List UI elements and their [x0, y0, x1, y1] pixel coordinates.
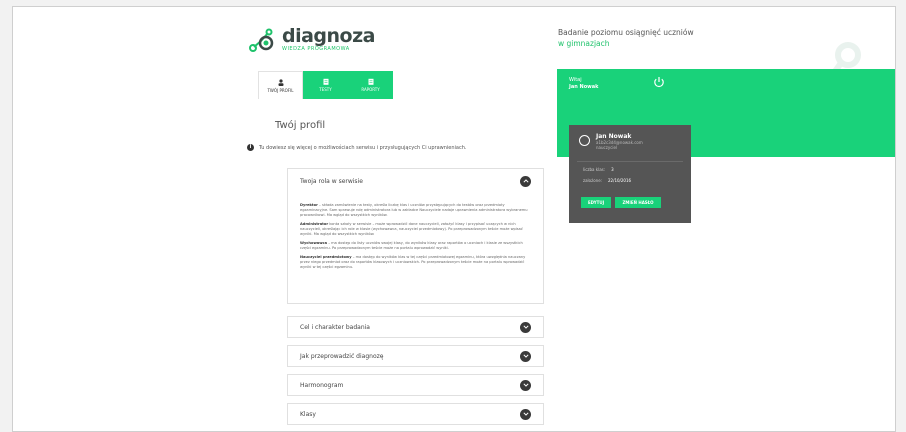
- greeting-text: Witaj: [569, 77, 582, 83]
- card-row-created: zalożone: 22/10/2016: [583, 178, 632, 183]
- role-paragraph: Nauczyciel przedmiotowy – ma dostęp do w…: [300, 255, 526, 269]
- accordion-title: Jak przeprowadzić diagnozę: [300, 352, 384, 360]
- card-role: nauczyciel: [596, 145, 618, 150]
- tab-tests[interactable]: TESTY: [303, 71, 348, 99]
- accordion-title: Cel i charakter badania: [300, 323, 370, 331]
- accordion-role-title: Twoja rola w serwisie: [300, 177, 363, 185]
- role-paragraph: Administrator konta szkoły w serwisie – …: [300, 222, 523, 236]
- tab-tests-label: TESTY: [319, 87, 332, 92]
- role-paragraph: Wychowawca – ma dostęp do listy uczniów …: [300, 241, 523, 250]
- clipboard-icon: [323, 78, 328, 85]
- chevron-down-icon[interactable]: [520, 321, 531, 333]
- main-tabs: TWÓJ PROFIL TESTY RAPORTY: [258, 71, 393, 99]
- tab-profile[interactable]: TWÓJ PROFIL: [258, 71, 303, 99]
- tagline-line1: Badanie poziomu osiągnięć uczniów: [558, 28, 694, 37]
- tab-reports[interactable]: RAPORTY: [348, 71, 393, 99]
- edit-button[interactable]: EDYTUJ: [581, 197, 611, 208]
- card-divider: [577, 161, 683, 162]
- header-tagline: Badanie poziomu osiągnięć uczniów w gimn…: [558, 27, 694, 49]
- accordion-role-body: Dyrektor – składa zamówienie na testy, o…: [288, 193, 543, 270]
- logo[interactable]: diagnoza WIEDZA PROGRAMOWA: [248, 25, 376, 52]
- brand-name: diagnoza: [282, 25, 376, 47]
- accordion-howto[interactable]: Jak przeprowadzić diagnozę: [287, 345, 544, 367]
- accordion-title: Klasy: [300, 410, 316, 418]
- accordion-role: Twoja rola w serwisie Dyrektor – składa …: [287, 168, 544, 304]
- accordion-purpose[interactable]: Cel i charakter badania: [287, 316, 544, 338]
- card-row-classes: liczba klas: 3: [583, 167, 614, 172]
- info-row: i Tu dowiesz się więcej o możliwościach …: [247, 144, 466, 151]
- report-icon: [368, 78, 373, 85]
- chevron-down-icon[interactable]: [520, 379, 531, 391]
- topbar-username: Jan Nowak: [569, 84, 599, 90]
- chevron-up-icon[interactable]: [520, 175, 531, 187]
- info-icon: i: [247, 144, 254, 151]
- app-frame: diagnoza WIEDZA PROGRAMOWA Badanie pozio…: [12, 6, 896, 432]
- molecule-logo-icon: [249, 28, 274, 52]
- card-username: Jan Nowak: [596, 133, 632, 140]
- change-password-button[interactable]: ZMIEŃ HASŁO: [615, 197, 661, 208]
- tagline-line2: w gimnazjach: [558, 39, 610, 48]
- tab-reports-label: RAPORTY: [361, 87, 380, 92]
- chevron-down-icon[interactable]: [520, 408, 531, 420]
- chevron-down-icon[interactable]: [520, 350, 531, 362]
- accordion-role-header[interactable]: Twoja rola w serwisie: [288, 169, 543, 193]
- user-icon: [278, 79, 283, 86]
- role-paragraph: Dyrektor – składa zamówienie na testy, o…: [300, 203, 528, 217]
- accordion-classes[interactable]: Klasy: [287, 403, 544, 425]
- topbar-user: Witaj Jan Nowak: [569, 77, 598, 91]
- power-icon[interactable]: [653, 76, 665, 88]
- avatar: [579, 135, 590, 146]
- accordion-title: Harmonogram: [300, 381, 344, 389]
- card-user: Jan Nowak a1b2c3d4@nowak.com nauczyciel: [579, 133, 643, 150]
- page-title: Twój profil: [275, 120, 326, 131]
- profile-card: Jan Nowak a1b2c3d4@nowak.com nauczyciel …: [569, 125, 691, 223]
- info-text: Tu dowiesz się więcej o możliwościach se…: [259, 144, 467, 151]
- accordion-schedule[interactable]: Harmonogram: [287, 374, 544, 396]
- tab-profile-label: TWÓJ PROFIL: [267, 88, 294, 93]
